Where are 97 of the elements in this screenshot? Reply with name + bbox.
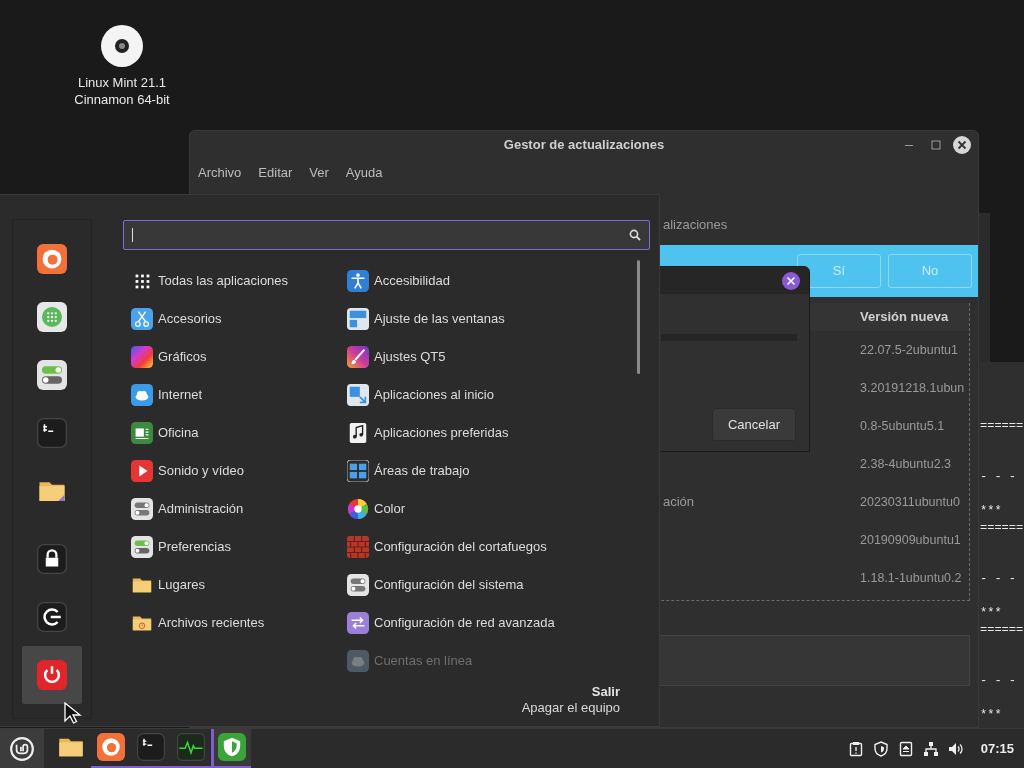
- menu-button[interactable]: [0, 728, 44, 768]
- clock[interactable]: 07:15: [980, 738, 1014, 759]
- category-item[interactable]: Preferencias: [158, 537, 231, 557]
- app-item[interactable]: Accesibilidad: [374, 271, 450, 291]
- browser-icon: [96, 733, 125, 761]
- menu-item[interactable]: Ver: [309, 163, 329, 183]
- terminal-icon: [37, 418, 67, 448]
- shield-icon: [218, 733, 246, 761]
- cancel-button[interactable]: Cancelar: [712, 408, 796, 441]
- category-item[interactable]: Accesorios: [158, 309, 222, 329]
- app-item[interactable]: Configuración del sistema: [374, 575, 524, 595]
- toggle-icon: [131, 536, 153, 558]
- disc-icon[interactable]: [100, 24, 144, 68]
- toggle-icon: [37, 360, 67, 390]
- app-item[interactable]: Aplicaciones preferidas: [374, 423, 509, 443]
- color-wheel-icon: [347, 498, 369, 520]
- document-icon: [347, 422, 369, 444]
- category-item[interactable]: Archivos recientes: [158, 613, 265, 633]
- workspace-icon: [347, 460, 369, 482]
- app-item[interactable]: Ajuste de las ventanas: [374, 309, 505, 329]
- tab-label: alizaciones: [663, 217, 728, 232]
- app-item[interactable]: Áreas de trabajo: [374, 461, 470, 481]
- window-icon: [347, 384, 369, 406]
- maximize-icon: [930, 140, 941, 150]
- cursor-icon: [64, 702, 82, 724]
- arrows-icon: [347, 612, 369, 634]
- category-item[interactable]: Administración: [158, 499, 244, 519]
- category-item[interactable]: Gráficos: [158, 347, 207, 367]
- asterisks-text: ***: [980, 504, 1002, 518]
- dashed-line-text: - - -: [980, 674, 1016, 688]
- app-item[interactable]: Ajustes QT5: [374, 347, 446, 367]
- category-item[interactable]: Internet: [158, 385, 203, 405]
- table-cell-text: 3.20191218.1ubun: [860, 379, 965, 397]
- separator-text: ======: [980, 419, 1024, 433]
- menu-item[interactable]: Editar: [258, 163, 293, 183]
- app-item[interactable]: Configuración de red avanzada: [374, 613, 555, 633]
- app-item[interactable]: Color: [374, 499, 406, 519]
- toggle-icon: [131, 498, 153, 520]
- app-item[interactable]: Configuración del cortafuegos: [374, 537, 547, 557]
- close-button[interactable]: [952, 135, 972, 155]
- menu-item[interactable]: Ayuda: [345, 163, 383, 183]
- category-item[interactable]: Lugares: [158, 575, 205, 595]
- logout-icon: [37, 602, 67, 632]
- table-cell-text: 0.8-5ubuntu5.1: [860, 417, 945, 435]
- shield-icon[interactable]: [872, 740, 889, 757]
- table-cell-text: 2.38-4ubuntu2.3: [860, 455, 952, 473]
- cloud-icon: [131, 384, 153, 406]
- search-icon: [629, 229, 641, 241]
- dashed-line-text: - - -: [980, 572, 1016, 586]
- table-cell-text: 22.07.5-2ubuntu1: [860, 341, 958, 359]
- icon-label[interactable]: Linux Mint 21.1 Cinnamon 64-bit: [74, 74, 170, 108]
- menu-item[interactable]: Archivo: [198, 163, 242, 183]
- close-button[interactable]: [781, 270, 801, 291]
- network-icon[interactable]: [922, 740, 939, 757]
- table-cell-text: 20190909ubuntu1: [860, 531, 961, 549]
- window-title: Gestor de actualizaciones: [503, 136, 665, 155]
- color-square-icon: [131, 346, 153, 368]
- accessibility-icon: [347, 270, 369, 292]
- category-item[interactable]: Todas las aplicaciones: [158, 271, 289, 291]
- table-cell-text: 1.18.1-1ubuntu0.2: [860, 569, 962, 587]
- taskbar-launcher[interactable]: [210, 728, 251, 768]
- toggle-icon: [347, 574, 369, 596]
- browser-icon: [37, 244, 67, 274]
- search-field[interactable]: [123, 220, 650, 250]
- separator-text: ======: [980, 521, 1024, 535]
- footer-subtitle: Apagar el equipo: [520, 700, 620, 716]
- update-icon[interactable]: [897, 740, 914, 757]
- asterisks-text: ***: [980, 708, 1002, 722]
- close-icon: [781, 270, 801, 291]
- cloud-icon: [347, 650, 369, 672]
- brick-wall-icon: [347, 536, 369, 558]
- scrollbar-thumb[interactable]: [637, 260, 640, 374]
- table-cell-text: 20230311ubuntu0: [860, 493, 960, 511]
- lock-icon: [37, 544, 67, 574]
- asterisks-text: ***: [980, 606, 1002, 620]
- category-item[interactable]: Oficina: [158, 423, 199, 443]
- dashed-line-text: - - -: [980, 470, 1016, 484]
- terminal-icon: [136, 733, 165, 761]
- window-icon: [347, 308, 369, 330]
- document-icon: [131, 422, 153, 444]
- minimize-icon: [905, 144, 913, 146]
- system-monitor-icon: [176, 733, 205, 761]
- category-item[interactable]: Sonido y vídeo: [158, 461, 244, 481]
- brush-icon: [347, 346, 369, 368]
- separator-text: ======: [980, 623, 1024, 637]
- play-icon: [131, 460, 153, 482]
- table-cell: ación: [663, 494, 695, 510]
- app-grid-icon: [37, 302, 67, 332]
- column-header[interactable]: Versión nueva: [860, 307, 949, 327]
- scissors-icon: [131, 308, 153, 330]
- app-item[interactable]: Aplicaciones al inicio: [374, 385, 494, 405]
- clipboard-icon[interactable]: [847, 740, 864, 757]
- favorite-button[interactable]: [22, 646, 82, 704]
- mint-logo: [9, 735, 35, 762]
- close-icon: [952, 135, 972, 155]
- footer-title: Salir: [590, 684, 620, 700]
- power-icon: [37, 660, 67, 690]
